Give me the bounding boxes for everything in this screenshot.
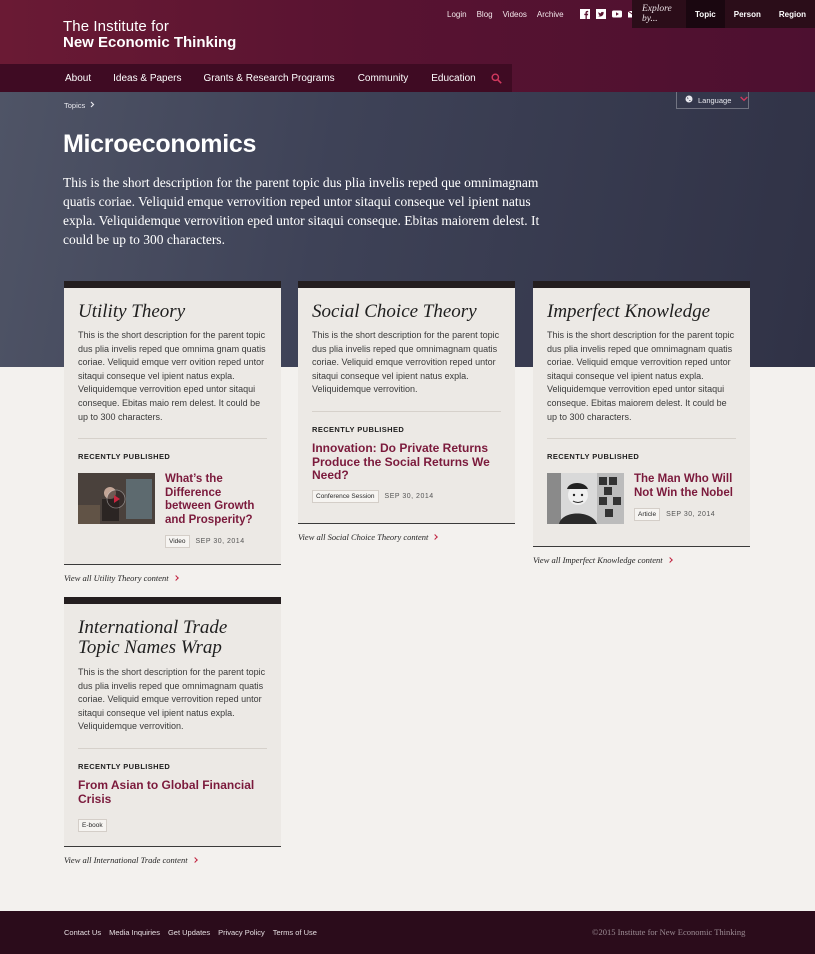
- utility-nav: Login Blog Videos Archive: [447, 9, 638, 19]
- published-date: SEP 30, 2014: [384, 492, 434, 500]
- view-all-label: View all Utility Theory content: [64, 573, 169, 583]
- footer-links: Contact Us Media Inquiries Get Updates P…: [64, 928, 317, 937]
- card-bottom-rule: [64, 846, 281, 847]
- card-title[interactable]: Imperfect Knowledge: [533, 288, 750, 322]
- chevron-right-icon: [90, 101, 95, 110]
- view-all-label: View all Social Choice Theory content: [298, 532, 429, 542]
- recently-published-label: RECENTLY PUBLISHED: [78, 452, 171, 462]
- published-item-meta: Article SEP 30, 2014: [634, 508, 715, 521]
- nav-item-about[interactable]: About: [65, 73, 91, 84]
- language-label: Language: [698, 95, 732, 105]
- login-link[interactable]: Login: [447, 10, 467, 19]
- main-nav: About Ideas & Papers Grants & Research P…: [0, 64, 512, 92]
- breadcrumb-topics-link[interactable]: Topics: [64, 101, 85, 110]
- content-type-tag: Video: [165, 535, 190, 548]
- footer-link-terms-of-use[interactable]: Terms of Use: [273, 928, 317, 937]
- footer-link-contact-us[interactable]: Contact Us: [64, 928, 101, 937]
- card-bottom-rule: [64, 564, 281, 565]
- published-date: SEP 30, 2014: [666, 511, 716, 518]
- twitter-icon[interactable]: [595, 9, 606, 19]
- published-item-title[interactable]: From Asian to Global Financial Crisis: [64, 771, 281, 806]
- video-thumbnail[interactable]: [78, 473, 155, 524]
- explore-option-topic[interactable]: Topic: [686, 0, 725, 28]
- videos-link[interactable]: Videos: [503, 10, 527, 19]
- footer-link-media-inquiries[interactable]: Media Inquiries: [109, 928, 160, 937]
- archive-link[interactable]: Archive: [537, 10, 564, 19]
- social-links: [579, 9, 638, 19]
- recently-published-label: RECENTLY PUBLISHED: [312, 424, 405, 434]
- card-title[interactable]: Social Choice Theory: [298, 288, 515, 322]
- globe-icon: [685, 95, 693, 105]
- topic-card-international-trade: International Trade Topic Names Wrap Thi…: [64, 597, 281, 846]
- nav-item-community[interactable]: Community: [358, 73, 409, 84]
- published-item-meta: E-book: [64, 806, 281, 833]
- content-type-tag: E-book: [78, 819, 107, 833]
- footer-link-privacy-policy[interactable]: Privacy Policy: [218, 928, 265, 937]
- chevron-right-icon: [432, 534, 439, 540]
- recently-published-label: RECENTLY PUBLISHED: [78, 761, 171, 771]
- chevron-down-icon: [740, 95, 749, 105]
- view-all-imperfect-knowledge-link[interactable]: View all Imperfect Knowledge content: [533, 555, 673, 565]
- view-all-utility-theory-link[interactable]: View all Utility Theory content: [64, 573, 179, 583]
- published-item-title[interactable]: The Man Who Will Not Win the Nobel: [634, 473, 742, 500]
- content-type-tag: Article: [634, 508, 661, 521]
- published-item-meta: Video SEP 30, 2014: [165, 535, 245, 548]
- page-description: This is the short description for the pa…: [63, 175, 540, 247]
- view-all-label: View all International Trade content: [64, 855, 188, 865]
- copyright: ©2015 Institute for New Economic Thinkin…: [592, 927, 746, 937]
- card-description: This is the short description for the pa…: [78, 667, 266, 732]
- published-item-title[interactable]: Innovation: Do Private Returns Produce t…: [298, 434, 515, 483]
- explore-option-region[interactable]: Region: [770, 10, 815, 19]
- explore-label: Explore by...: [642, 4, 672, 24]
- card-bottom-rule: [298, 523, 515, 524]
- chevron-right-icon: [172, 575, 179, 581]
- card-title[interactable]: Utility Theory: [64, 288, 281, 322]
- play-icon: [106, 489, 126, 514]
- blog-link[interactable]: Blog: [477, 10, 493, 19]
- card-description: This is the short description for the pa…: [78, 330, 266, 422]
- view-all-international-trade-link[interactable]: View all International Trade content: [64, 855, 198, 865]
- published-item-meta: Conference Session SEP 30, 2014: [298, 483, 515, 503]
- nav-item-grants[interactable]: Grants & Research Programs: [204, 73, 335, 84]
- footer-link-get-updates[interactable]: Get Updates: [168, 928, 210, 937]
- chevron-right-icon: [191, 857, 198, 863]
- topic-card-social-choice-theory: Social Choice Theory This is the short d…: [298, 281, 515, 523]
- explore-by-bar: Explore by... Topic Person Region: [632, 0, 815, 28]
- page-title: Microeconomics: [63, 130, 257, 158]
- published-date: SEP 30, 2014: [195, 538, 245, 545]
- facebook-icon[interactable]: [579, 9, 590, 19]
- card-description: This is the short description for the pa…: [547, 330, 735, 422]
- view-all-label: View all Imperfect Knowledge content: [533, 555, 663, 565]
- logo-line-1: The Institute for: [63, 18, 169, 35]
- article-thumbnail[interactable]: [547, 473, 624, 524]
- site-logo[interactable]: The Institute for New Economic Thinking: [63, 18, 237, 51]
- nav-item-ideas-papers[interactable]: Ideas & Papers: [113, 73, 181, 84]
- logo-line-2: New Economic Thinking: [63, 34, 237, 51]
- youtube-icon[interactable]: [611, 9, 622, 19]
- card-bottom-rule: [533, 546, 750, 547]
- card-description: This is the short description for the pa…: [312, 330, 500, 395]
- explore-option-person[interactable]: Person: [725, 10, 770, 19]
- content-type-tag: Conference Session: [312, 489, 379, 503]
- card-title[interactable]: International Trade Topic Names Wrap: [64, 604, 281, 658]
- language-selector[interactable]: Language: [676, 92, 749, 109]
- nav-item-education[interactable]: Education: [431, 73, 475, 84]
- chevron-right-icon: [666, 557, 673, 563]
- published-item-title[interactable]: What’s the Difference between Growth and…: [165, 473, 270, 527]
- breadcrumb: Topics: [64, 101, 95, 110]
- view-all-social-choice-theory-link[interactable]: View all Social Choice Theory content: [298, 532, 439, 542]
- search-icon[interactable]: [489, 71, 503, 85]
- recently-published-label: RECENTLY PUBLISHED: [547, 452, 640, 462]
